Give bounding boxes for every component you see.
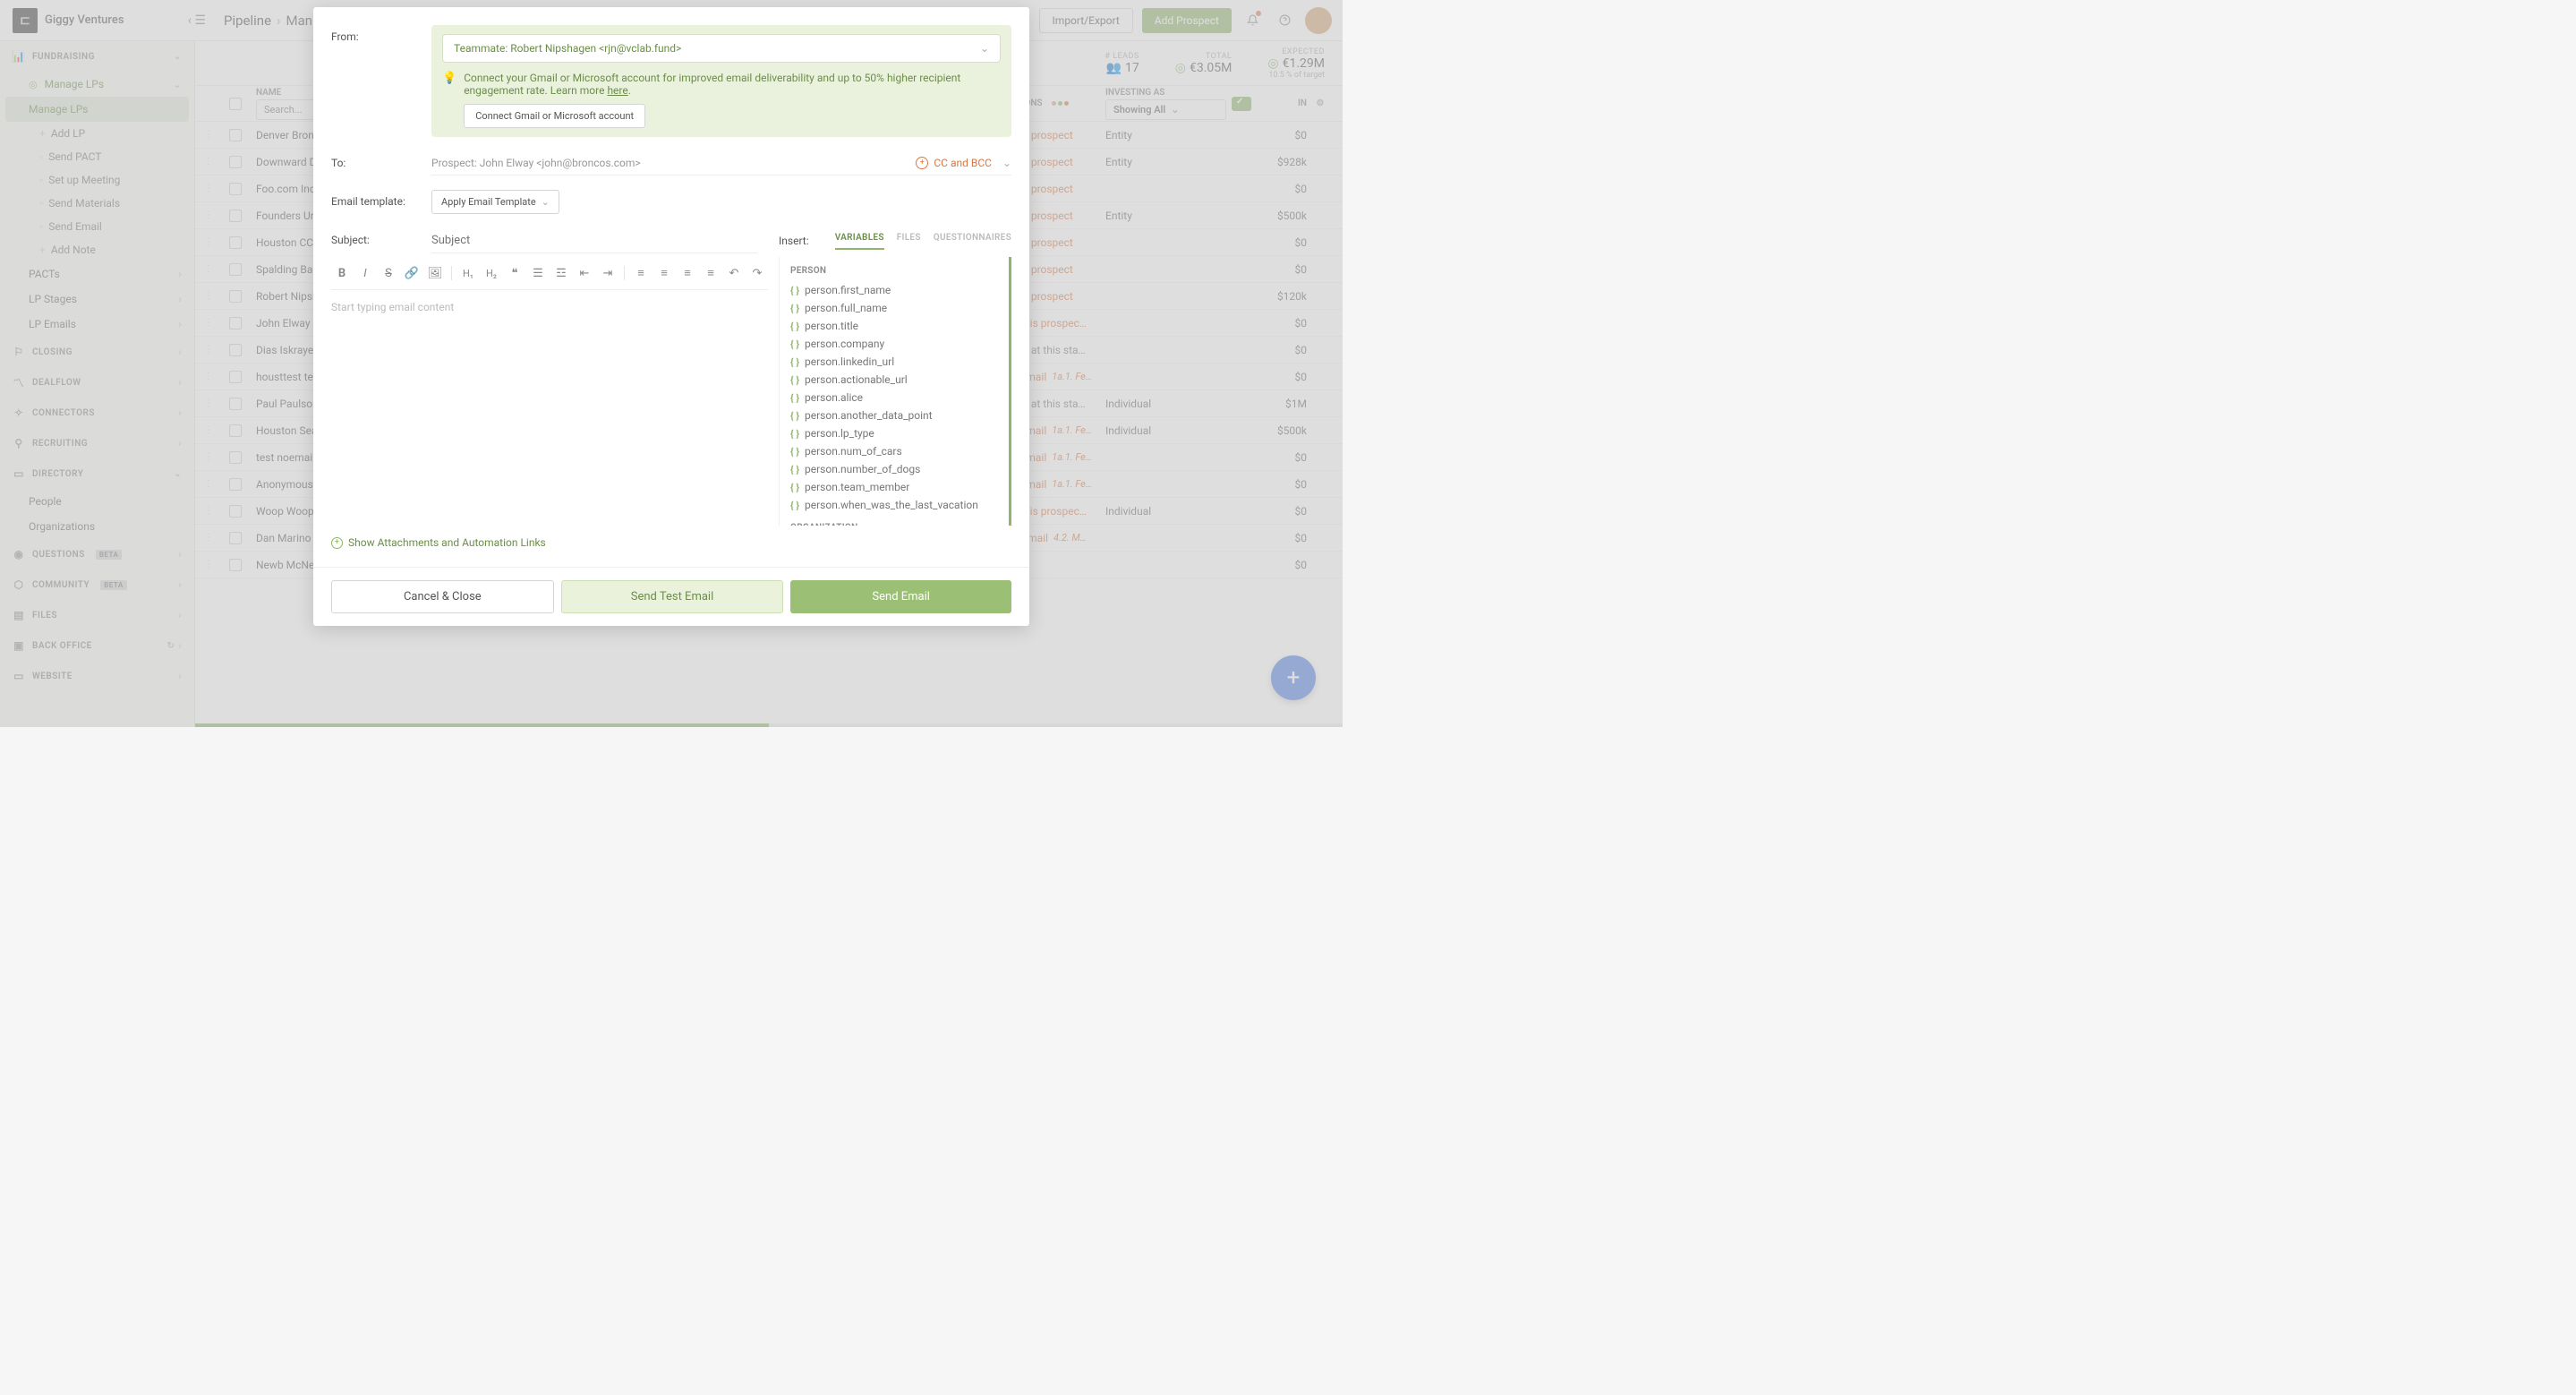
template-label: Email template: bbox=[331, 190, 431, 208]
braces-icon: { } bbox=[790, 410, 799, 422]
ol-icon[interactable]: ☲ bbox=[550, 262, 572, 284]
h1-icon[interactable]: H₁ bbox=[457, 262, 479, 284]
editor-toolbar: B I S 🔗 🖼 H₁ H₂ ❝ ☰ ☲ ⇤ ⇥ ≡ bbox=[331, 257, 768, 290]
image-icon[interactable]: 🖼 bbox=[424, 262, 446, 284]
link-icon[interactable]: 🔗 bbox=[401, 262, 422, 284]
modal-overlay[interactable]: From: Teammate: Robert Nipshagen <rjn@vc… bbox=[0, 0, 1343, 727]
variable-item[interactable]: { }person.team_member bbox=[790, 478, 1003, 496]
braces-icon: { } bbox=[790, 464, 799, 475]
variable-item[interactable]: { }person.lp_type bbox=[790, 424, 1003, 442]
align-center-icon[interactable]: ≡ bbox=[653, 262, 675, 284]
apply-template-button[interactable]: Apply Email Template⌄ bbox=[431, 190, 559, 214]
italic-icon[interactable]: I bbox=[354, 262, 376, 284]
strike-icon[interactable]: S bbox=[378, 262, 399, 284]
align-right-icon[interactable]: ≡ bbox=[677, 262, 698, 284]
variable-item[interactable]: { }person.first_name bbox=[790, 281, 1003, 299]
var-section-person: PERSON bbox=[790, 266, 1003, 276]
send-test-email-button[interactable]: Send Test Email bbox=[561, 580, 784, 613]
braces-icon: { } bbox=[790, 338, 799, 350]
indent-icon[interactable]: ⇥ bbox=[597, 262, 618, 284]
variable-item[interactable]: { }person.title bbox=[790, 317, 1003, 335]
braces-icon: { } bbox=[790, 446, 799, 458]
braces-icon: { } bbox=[790, 374, 799, 386]
align-left-icon[interactable]: ≡ bbox=[630, 262, 652, 284]
braces-icon: { } bbox=[790, 482, 799, 493]
variable-item[interactable]: { }person.number_of_dogs bbox=[790, 460, 1003, 478]
subject-label: Subject: bbox=[331, 228, 431, 246]
tab-questionnaires[interactable]: QUESTIONNAIRES bbox=[934, 233, 1011, 250]
braces-icon: { } bbox=[790, 285, 799, 296]
braces-icon: { } bbox=[790, 500, 799, 511]
variable-item[interactable]: { }person.full_name bbox=[790, 299, 1003, 317]
subject-input[interactable] bbox=[431, 228, 757, 253]
learn-more-link[interactable]: here bbox=[607, 84, 627, 97]
variable-item[interactable]: { }person.linkedin_url bbox=[790, 353, 1003, 371]
show-attachments-link[interactable]: + Show Attachments and Automation Links bbox=[331, 536, 1011, 549]
chevron-down-icon: ⌄ bbox=[980, 42, 989, 55]
redo-icon[interactable]: ↷ bbox=[746, 262, 768, 284]
align-justify-icon[interactable]: ≡ bbox=[700, 262, 721, 284]
insert-label: Insert: bbox=[779, 235, 809, 247]
tab-variables[interactable]: VARIABLES bbox=[835, 233, 884, 250]
plus-circle-icon: + bbox=[331, 537, 343, 549]
braces-icon: { } bbox=[790, 356, 799, 368]
cc-bcc-toggle[interactable]: + CC and BCC ⌄ bbox=[916, 157, 1011, 169]
email-body-editor[interactable]: Start typing email content bbox=[331, 290, 768, 523]
undo-icon[interactable]: ↶ bbox=[723, 262, 745, 284]
ul-icon[interactable]: ☰ bbox=[527, 262, 549, 284]
from-label: From: bbox=[331, 25, 431, 43]
quote-icon[interactable]: ❝ bbox=[504, 262, 525, 284]
variable-item[interactable]: { }person.alice bbox=[790, 389, 1003, 407]
variable-item[interactable]: { }person.company bbox=[790, 335, 1003, 353]
connect-account-button[interactable]: Connect Gmail or Microsoft account bbox=[464, 104, 645, 128]
lightbulb-icon: 💡 bbox=[442, 72, 456, 85]
outdent-icon[interactable]: ⇤ bbox=[574, 262, 595, 284]
var-section-org: ORGANIZATION bbox=[790, 523, 1003, 526]
to-prospect: Prospect: John Elway <john@broncos.com> bbox=[431, 157, 641, 169]
send-email-button[interactable]: Send Email bbox=[790, 580, 1011, 613]
from-teammate-select[interactable]: Teammate: Robert Nipshagen <rjn@vclab.fu… bbox=[442, 34, 1001, 63]
send-email-modal: From: Teammate: Robert Nipshagen <rjn@vc… bbox=[313, 7, 1029, 626]
variable-item[interactable]: { }person.when_was_the_last_vacation bbox=[790, 496, 1003, 514]
h2-icon[interactable]: H₂ bbox=[481, 262, 502, 284]
braces-icon: { } bbox=[790, 321, 799, 332]
to-label: To: bbox=[331, 151, 431, 169]
braces-icon: { } bbox=[790, 392, 799, 404]
cancel-close-button[interactable]: Cancel & Close bbox=[331, 580, 554, 613]
tab-files[interactable]: FILES bbox=[897, 233, 921, 250]
variable-item[interactable]: { }person.actionable_url bbox=[790, 371, 1003, 389]
braces-icon: { } bbox=[790, 303, 799, 314]
bold-icon[interactable]: B bbox=[331, 262, 353, 284]
chevron-down-icon: ⌄ bbox=[1002, 157, 1011, 169]
braces-icon: { } bbox=[790, 428, 799, 440]
variable-item[interactable]: { }person.num_of_cars bbox=[790, 442, 1003, 460]
variable-item[interactable]: { }person.another_data_point bbox=[790, 407, 1003, 424]
